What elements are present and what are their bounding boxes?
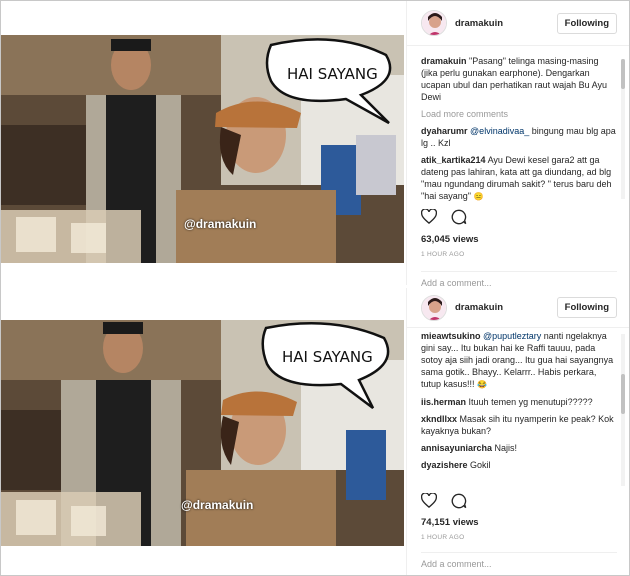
comment-username[interactable]: xkndllxx — [421, 414, 457, 424]
speech-bubble-icon[interactable] — [451, 493, 467, 514]
emoji-icon: 😂 — [477, 379, 488, 389]
comment-item: atik_kartika214 Ayu Dewi kesel gara2 att… — [421, 154, 617, 203]
heart-icon[interactable] — [420, 208, 438, 230]
comment-item: dyaharumr @elvinadivaa_ bingung mau blg … — [421, 125, 617, 149]
comment-text: Ituuh temen yg menutupi????? — [468, 396, 593, 407]
add-comment-input[interactable]: Add a comment... — [421, 271, 617, 288]
comment-mention[interactable]: @puputleztary — [483, 331, 541, 341]
emoji-icon: 😑 — [473, 191, 484, 201]
video-watermark: @dramakuin — [181, 498, 254, 512]
comment-username[interactable]: dyazishere — [421, 460, 468, 470]
post-header: dramakuin Following — [407, 1, 629, 46]
post-timestamp[interactable]: 1 HOUR AGO — [421, 534, 464, 541]
username-link[interactable]: dramakuin — [455, 18, 557, 29]
comments-list[interactable]: mieawtsukino @puputleztary nanti ngelakn… — [421, 330, 617, 488]
view-count[interactable]: 74,151 views — [421, 517, 479, 528]
comment-mention[interactable]: @elvinadivaa_ — [470, 126, 529, 136]
video-watermark: @dramakuin — [184, 217, 257, 231]
comments-list[interactable]: dramakuin "Pasang" telinga masing-masing… — [421, 55, 617, 205]
view-count[interactable]: 63,045 views — [421, 234, 479, 245]
comment-item: dyazishere Gokil — [421, 459, 617, 471]
video-frame[interactable]: HAI SAYANG @dramakuin — [1, 35, 404, 263]
caption: dramakuin "Pasang" telinga masing-masing… — [421, 55, 617, 103]
add-comment-input[interactable]: Add a comment... — [421, 552, 617, 569]
comment-username[interactable]: annisayuniarcha — [421, 443, 492, 453]
username-link[interactable]: dramakuin — [455, 302, 557, 313]
comment-item: annisayuniarcha Najis! — [421, 442, 617, 454]
avatar[interactable] — [421, 10, 447, 36]
comment-text: Najis! — [494, 442, 518, 453]
post-actions — [420, 208, 467, 230]
comment-item: mieawtsukino @puputleztary nanti ngelakn… — [421, 330, 617, 391]
avatar[interactable] — [421, 294, 447, 321]
comment-username[interactable]: mieawtsukino — [421, 331, 481, 341]
post-timestamp[interactable]: 1 HOUR AGO — [421, 251, 464, 258]
heart-icon[interactable] — [420, 492, 438, 514]
load-more-comments-link[interactable]: Load more comments — [421, 108, 617, 120]
post-actions — [420, 492, 467, 514]
speech-bubble-icon[interactable] — [451, 209, 467, 230]
post-header: dramakuin Following — [407, 288, 629, 328]
comment-username[interactable]: dyaharumr — [421, 126, 468, 136]
video-frame[interactable]: HAI SAYANG @dramakuin — [1, 320, 404, 546]
following-button[interactable]: Following — [556, 12, 617, 34]
comments-scrollbar[interactable] — [621, 59, 625, 199]
caption-username[interactable]: dramakuin — [421, 56, 467, 66]
comment-text: Gokil — [470, 459, 491, 470]
instagram-post-2: HAI SAYANG @dramakuin dramakuin Followin… — [1, 288, 629, 575]
comment-item: iis.herman Ituuh temen yg menutupi????? — [421, 396, 617, 408]
speech-bubble-text: HAI SAYANG — [282, 348, 373, 366]
speech-bubble-text: HAI SAYANG — [287, 65, 378, 83]
post-sidebar: dramakuin Following mieawtsukino @puputl… — [406, 288, 629, 575]
following-button[interactable]: Following — [556, 297, 617, 318]
comments-scrollbar[interactable] — [621, 334, 625, 486]
comment-username[interactable]: atik_kartika214 — [421, 155, 486, 165]
post-sidebar: dramakuin Following dramakuin "Pasang" t… — [406, 1, 629, 288]
comment-item: xkndllxx Masak sih itu nyamperin ke peak… — [421, 413, 617, 437]
instagram-post-1: HAI SAYANG @dramakuin dramakuin Followin… — [1, 1, 629, 288]
comment-username[interactable]: iis.herman — [421, 397, 466, 407]
